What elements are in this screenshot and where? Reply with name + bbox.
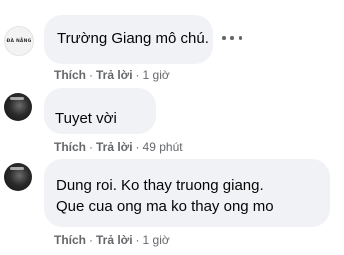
comment-actions: Thích · Trả lời · 49 phút [54,140,183,154]
reply-link[interactable]: Trả lời [96,233,133,247]
comment-text: Tuyet vời [55,110,117,127]
comment-bubble: Trường Giang mô chú. [44,15,213,64]
avatar[interactable] [4,93,32,121]
comment-bubble: Tuyet vời [44,88,156,134]
comment-actions: Thích · Trả lời · 1 giờ [54,233,170,247]
separator: · [89,68,93,82]
dot [238,36,242,40]
dot [230,36,234,40]
separator: · [135,140,140,154]
comment-actions: Thích · Trả lời · 1 giờ [54,68,170,82]
comment-bubble: Dung roi. Ko thay truong giang. Que cua … [44,159,330,227]
dot [222,36,226,40]
reply-link[interactable]: Trả lời [96,140,133,154]
like-link[interactable]: Thích [54,233,86,247]
comment-timestamp[interactable]: 1 giờ [143,233,170,247]
reply-link[interactable]: Trả lời [96,68,133,82]
comment-text-line: Que cua ong ma ko thay ong mo [56,198,274,215]
separator: · [135,68,140,82]
avatar-logo-text: ĐÀ NẴNG [6,38,32,44]
more-options-icon[interactable] [222,31,242,45]
like-link[interactable]: Thích [54,68,86,82]
comment-timestamp[interactable]: 49 phút [143,140,183,154]
avatar[interactable] [4,163,32,191]
separator: · [89,233,93,247]
comment-timestamp[interactable]: 1 giờ [143,68,170,82]
avatar[interactable]: ĐÀ NẴNG [4,26,34,56]
separator: · [135,233,140,247]
comment-text: Trường Giang mô chú. [57,30,209,47]
separator: · [89,140,93,154]
like-link[interactable]: Thích [54,140,86,154]
comment-text-line: Dung roi. Ko thay truong giang. [56,177,264,194]
